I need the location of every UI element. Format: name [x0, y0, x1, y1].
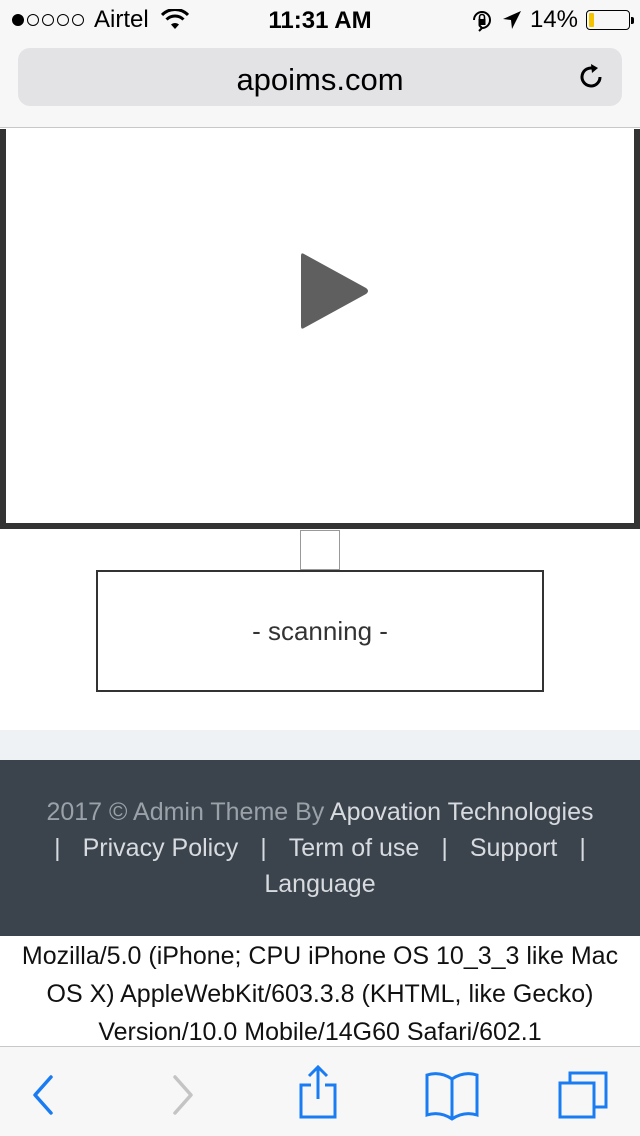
- status-right: 14%: [470, 6, 634, 33]
- footer-copyright: 2017 © Admin Theme By Apovation Technolo…: [0, 798, 640, 827]
- privacy-policy-link[interactable]: Privacy Policy: [83, 834, 239, 862]
- support-link[interactable]: Support: [470, 834, 558, 862]
- footer-language: Language: [0, 870, 640, 899]
- separator: |: [260, 834, 267, 862]
- bookmarks-icon[interactable]: [422, 1069, 482, 1121]
- copyright-text: 2017 © Admin Theme By: [46, 798, 325, 826]
- url-text[interactable]: apoims.com: [18, 62, 622, 98]
- address-bar[interactable]: apoims.com: [18, 48, 622, 106]
- scan-status-box: - scanning -: [96, 570, 544, 692]
- separator: |: [441, 834, 448, 862]
- browser-header: apoims.com: [0, 40, 640, 128]
- share-icon[interactable]: [290, 1063, 346, 1121]
- reload-icon[interactable]: [576, 62, 606, 92]
- footer: 2017 © Admin Theme By Apovation Technolo…: [0, 760, 640, 936]
- play-icon[interactable]: [296, 246, 376, 336]
- section-divider: [0, 730, 640, 760]
- battery-icon: [586, 10, 634, 30]
- browser-toolbar: [0, 1046, 640, 1136]
- separator: |: [579, 834, 586, 862]
- back-icon[interactable]: [14, 1069, 70, 1121]
- scan-status-text: - scanning -: [252, 616, 388, 646]
- checkbox[interactable]: [300, 530, 340, 570]
- location-arrow-icon: [502, 11, 521, 29]
- term-of-use-link[interactable]: Term of use: [289, 834, 420, 862]
- status-bar: Airtel 11:31 AM 14%: [0, 0, 640, 40]
- language-link[interactable]: Language: [264, 870, 375, 898]
- user-agent-text: Mozilla/5.0 (iPhone; CPU iPhone OS 10_3_…: [21, 942, 619, 1046]
- company-link[interactable]: Apovation Technologies: [330, 798, 594, 826]
- separator: |: [54, 834, 61, 862]
- tabs-icon[interactable]: [556, 1069, 612, 1121]
- footer-links: | Privacy Policy | Term of use | Support |: [0, 834, 640, 863]
- orientation-lock-icon: [472, 11, 491, 32]
- forward-icon[interactable]: [154, 1069, 210, 1121]
- battery-percent: 14%: [529, 6, 578, 33]
